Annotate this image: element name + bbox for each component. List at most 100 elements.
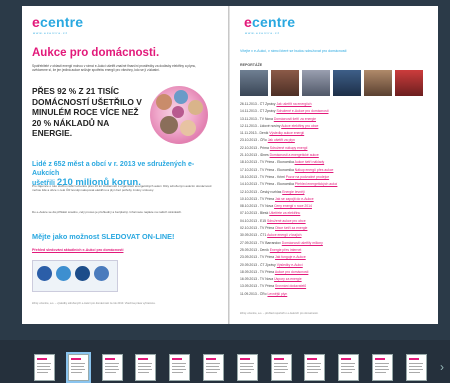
report-item[interactable]: 11.09.2013 - ČRo Levnější plyn: [240, 292, 432, 299]
report-item[interactable]: 12.11.2013 - Lidové noviny Aukce elektři…: [240, 124, 432, 131]
page-thumbnail[interactable]: [169, 354, 191, 381]
next-arrow-icon[interactable]: ›: [440, 360, 444, 374]
report-link[interactable]: Aukce elektřiny pro obce: [281, 124, 318, 128]
video-thumbnail[interactable]: [240, 70, 268, 96]
report-date: 18.10.2013 - TV Prima - Ekonomika: [240, 160, 295, 165]
report-item[interactable]: 17.10.2013 - TV Prima - Ekonomika Nákup …: [240, 168, 432, 175]
report-link[interactable]: Ceny energií v roce 2014: [274, 204, 312, 208]
left-footer: Zdroj: eCentre, a.s. – výsledky sdružený…: [32, 302, 156, 305]
page-thumbnail[interactable]: [65, 352, 91, 383]
page-right: ecentre www.ecentre.cz Vítejte v e-Aukci…: [230, 6, 438, 324]
report-item[interactable]: 16.09.2013 - TV Nova Úspory za energie: [240, 277, 432, 284]
report-item[interactable]: 11.11.2013 - Deník Výsledky aukce energi…: [240, 131, 432, 138]
report-item[interactable]: 18.09.2013 - TV Prima Aukce pro domácnos…: [240, 270, 432, 277]
report-item[interactable]: 20.09.2013 - ČT Zprávy Výsledky e-Aukcí: [240, 263, 432, 270]
page-thumbnail[interactable]: [304, 354, 326, 381]
tracking-link[interactable]: Přehled sledování aktuálních e-Aukcí pro…: [32, 248, 123, 252]
report-link[interactable]: Domácnosti ušetřily miliony: [282, 241, 323, 245]
report-link[interactable]: Sdružené aukce pro obce: [267, 219, 306, 223]
report-date: 17.10.2013 - TV Prima - Ekonomika: [240, 167, 295, 172]
video-thumbnail[interactable]: [395, 70, 423, 96]
report-date: 13.11.2013 - TV Nova: [240, 116, 274, 121]
report-date: 02.10.2013 - TV Prima: [240, 226, 275, 231]
report-item[interactable]: 22.10.2013 - Prima Sdružené nákupy energ…: [240, 146, 432, 153]
page-thumbnail[interactable]: [270, 354, 292, 381]
report-link[interactable]: Pozor na podvodné prodejce: [286, 175, 329, 179]
ecentre-logo: ecentre: [244, 14, 296, 30]
report-date: 23.10.2013 - ČRo: [240, 138, 268, 143]
report-item[interactable]: 27.09.2013 - TV Barrandov Domácnosti uše…: [240, 241, 432, 248]
report-link[interactable]: Aukce pro domácnosti: [275, 270, 309, 274]
report-item[interactable]: 13.09.2013 - TV Prima Srovnání dodavatel…: [240, 284, 432, 291]
report-link[interactable]: Úspory za energie: [274, 277, 302, 281]
report-item[interactable]: 14.11.2013 - ČT Zprávy Sdružené e-Aukce …: [240, 109, 432, 116]
report-date: 30.09.2013 - ČT1: [240, 233, 268, 238]
report-link[interactable]: Přehled energetických aukcí: [295, 182, 338, 186]
page-thumbnail[interactable]: [236, 354, 258, 381]
report-list: 26.11.2013 - ČT Zprávy Jak ušetřit na en…: [240, 102, 432, 299]
report-item[interactable]: 13.11.2013 - TV Nova Domácnosti šetří za…: [240, 117, 432, 124]
report-item[interactable]: 30.09.2013 - ČT1 Aukce energií v krajích: [240, 233, 432, 240]
report-link[interactable]: Jak se zapojit do e-Aukce: [275, 197, 314, 201]
report-item[interactable]: 04.10.2013 - E15 Sdružené aukce pro obce: [240, 219, 432, 226]
page-thumbnail[interactable]: [372, 354, 393, 381]
page-thumbnail[interactable]: [101, 354, 123, 381]
report-item[interactable]: 07.10.2013 - Blesk Ušetřete za elektřinu: [240, 211, 432, 218]
report-link[interactable]: Energie přes internet: [270, 248, 301, 252]
report-link[interactable]: Sdružené nákupy energií: [270, 146, 308, 150]
report-link[interactable]: Výsledky aukce energií: [269, 131, 304, 135]
report-link[interactable]: Jak ušetřit za plyn: [268, 138, 295, 142]
report-item[interactable]: 08.10.2013 - TV Nova Ceny energií v roce…: [240, 204, 432, 211]
report-date: 08.10.2013 - TV Nova: [240, 204, 275, 209]
page-thumbnail[interactable]: [338, 354, 360, 381]
partner-badges: [32, 260, 118, 292]
page-thumbnail[interactable]: [405, 354, 427, 381]
report-link[interactable]: Výsledky e-Aukcí: [277, 263, 303, 267]
report-date: 04.10.2013 - E15: [240, 218, 267, 223]
badge-icon: [56, 266, 71, 281]
report-link[interactable]: Levnější plyn: [267, 292, 287, 296]
video-thumbnail[interactable]: [271, 70, 299, 96]
report-item[interactable]: 25.09.2013 - Deník Energie přes internet: [240, 248, 432, 255]
badge-icon: [94, 266, 109, 281]
intro-paragraph: Spotřebitelé v oblasti energií mohou v r…: [32, 64, 197, 73]
report-item[interactable]: 26.11.2013 - ČT Zprávy Jak ušetřit na en…: [240, 102, 432, 109]
report-item[interactable]: 23.10.2013 - ČRo Jak ušetřit za plyn: [240, 138, 432, 145]
report-item[interactable]: 18.10.2013 - TV Prima - Ekonomika Aukce …: [240, 160, 432, 167]
badge-icon: [37, 266, 52, 281]
report-link[interactable]: Aukce šetří náklady: [295, 160, 325, 164]
page-thumbnail[interactable]: [203, 354, 224, 381]
report-date: 10.10.2013 - TV Prima: [240, 196, 275, 201]
report-date: 16.09.2013 - TV Nova: [240, 277, 275, 282]
video-thumbnail[interactable]: [302, 70, 330, 96]
report-link[interactable]: Nákup energií přes aukce: [295, 168, 334, 172]
report-item[interactable]: 02.10.2013 - TV Prima Obce šetří za ener…: [240, 226, 432, 233]
badge-icon: [75, 266, 90, 281]
document-viewer: ecentre www.ecentre.cz Aukce pro domácno…: [0, 0, 450, 340]
report-link[interactable]: Domácnosti a energetické aukce: [270, 153, 319, 157]
report-item[interactable]: 23.09.2013 - TV Prima Jak funguje e-Aukc…: [240, 255, 432, 262]
right-header-link[interactable]: Vítejte v e-Aukci, v rámci které se budo…: [240, 49, 346, 53]
page-thumbnail[interactable]: [34, 354, 55, 381]
report-link[interactable]: Sdružené e-Aukce pro domácnosti: [276, 109, 328, 113]
live-tracking-heading: Mějte jako možnost SLEDOVAT ON-LINE!: [32, 232, 175, 241]
report-item[interactable]: 12.10.2013 - Český rozhlas Energie levně…: [240, 190, 432, 197]
report-link[interactable]: Ušetřete za elektřinu: [269, 211, 300, 215]
report-item[interactable]: 14.10.2013 - TV Prima - Ekonomika Přehle…: [240, 182, 432, 189]
report-link[interactable]: Aukce energií v krajích: [267, 233, 301, 237]
report-date: 27.09.2013 - TV Barrandov: [240, 240, 282, 245]
video-thumbnail[interactable]: [364, 70, 392, 96]
video-strip: [240, 70, 426, 98]
report-link[interactable]: Jak ušetřit na energiích: [276, 102, 311, 106]
report-link[interactable]: Domácnosti šetří za energie: [274, 117, 316, 121]
report-item[interactable]: 15.10.2013 - TV Prima - Krimi Pozor na p…: [240, 175, 432, 182]
report-link[interactable]: Jak funguje e-Aukce: [275, 255, 306, 259]
video-thumbnail[interactable]: [333, 70, 361, 96]
report-date: 18.09.2013 - TV Prima: [240, 269, 275, 274]
report-link[interactable]: Srovnání dodavatelů: [275, 284, 306, 288]
report-link[interactable]: Energie levněji: [282, 190, 304, 194]
report-link[interactable]: Obce šetří za energie: [275, 226, 307, 230]
page-thumbnail[interactable]: [135, 354, 157, 381]
report-item[interactable]: 21.10.2013 - iDnes Domácnosti a energeti…: [240, 153, 432, 160]
report-item[interactable]: 10.10.2013 - TV Prima Jak se zapojit do …: [240, 197, 432, 204]
